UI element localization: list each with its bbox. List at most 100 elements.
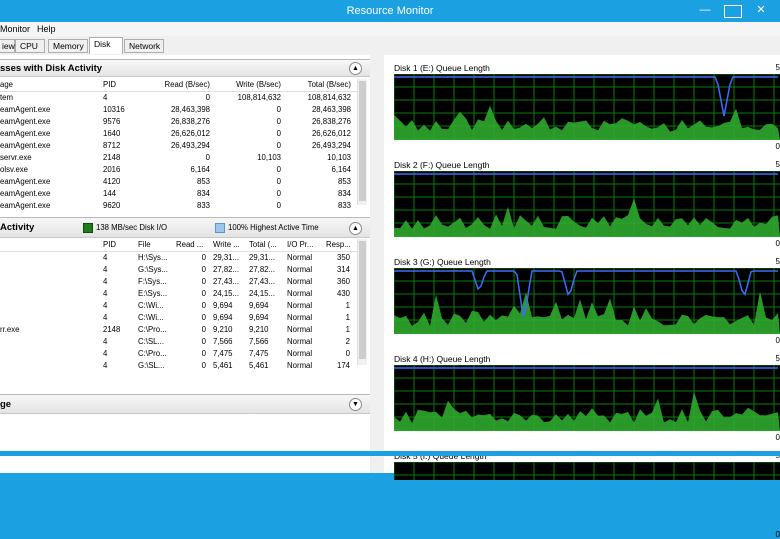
table-cell: 1	[345, 301, 350, 310]
left-pane: sses with Disk Activity ▲ age PID Read (…	[0, 55, 370, 473]
client-area: Monitor Help iew CPU Memory Disk Network…	[0, 22, 780, 539]
table-row[interactable]: 4 C:\Wi... 0 9,694 9,694 Normal 1	[0, 300, 358, 312]
table-cell: 27,43...	[249, 277, 276, 286]
table-cell: Normal	[287, 337, 313, 346]
title-bar: Resource Monitor — ✕	[0, 0, 780, 22]
processes-section-header[interactable]: sses with Disk Activity ▲	[0, 59, 370, 77]
pane-splitter[interactable]	[370, 55, 384, 473]
table-cell: 0	[201, 361, 206, 370]
table-row[interactable]: eamAgent.exe 4120 853 0 853	[0, 176, 358, 188]
table-cell: 0	[201, 289, 206, 298]
table-cell: 853	[337, 177, 351, 186]
chevron-up-icon[interactable]: ▲	[349, 62, 362, 75]
table-row[interactable]: 4 G:\Sys... 0 27,82... 27,82... Normal 314	[0, 264, 358, 276]
table-row[interactable]: 4 G:\SL... 0 5,461 5,461 Normal 174	[0, 360, 358, 372]
table-cell: 5,461	[213, 361, 233, 370]
minimize-button[interactable]: —	[690, 2, 720, 19]
table-row[interactable]: 4 H:\Sys... 0 29,31... 29,31... Normal 350	[0, 252, 358, 264]
table-row[interactable]: 4 C:\Wi... 0 9,694 9,694 Normal 1	[0, 312, 358, 324]
scrollbar-thumb[interactable]	[359, 81, 366, 201]
table-cell: 174	[336, 361, 350, 370]
table-row[interactable]: eamAgent.exe 9576 26,838,276 0 26,838,276	[0, 116, 358, 128]
chevron-up-icon[interactable]: ▲	[349, 222, 362, 235]
table-cell: eamAgent.exe	[0, 129, 51, 138]
green-square-icon	[83, 222, 93, 233]
table-cell: 10,103	[257, 153, 281, 162]
tab-overview[interactable]: iew	[0, 39, 15, 53]
tab-disk[interactable]: Disk	[89, 37, 123, 54]
col-read[interactable]: Read (B/sec)	[150, 79, 211, 91]
col-total[interactable]: Total (...	[249, 239, 282, 251]
table-cell: Normal	[287, 313, 313, 322]
col-read[interactable]: Read ...	[176, 239, 209, 251]
table-cell: 9,210	[249, 325, 269, 334]
table-row[interactable]: eamAgent.exe 10316 28,463,398 0 28,463,398	[0, 104, 358, 116]
table-cell: H:\Sys...	[138, 253, 168, 262]
table-row[interactable]: olsv.exe 2016 6,164 0 6,164	[0, 164, 358, 176]
table-row[interactable]: servr.exe 2148 0 10,103 10,103	[0, 152, 358, 164]
table-cell: 0	[201, 301, 206, 310]
table-row[interactable]: tem 4 0 108,814,632 108,814,632	[0, 92, 358, 104]
table-cell: 24,15...	[213, 289, 240, 298]
storage-section-title: ge	[0, 399, 12, 410]
chevron-down-icon[interactable]: ▼	[349, 398, 362, 411]
disk-activity-scrollbar[interactable]	[357, 239, 367, 365]
table-cell: 26,626,012	[170, 129, 210, 138]
tab-cpu[interactable]: CPU	[15, 39, 45, 53]
table-cell: 27,43...	[213, 277, 240, 286]
col-write[interactable]: Write (B/sec)	[215, 79, 281, 91]
legend-active-time-label: 100% Highest Active Time	[228, 223, 319, 232]
tab-network[interactable]: Network	[124, 39, 164, 53]
col-io-priority[interactable]: I/O Pr...	[287, 239, 321, 251]
col-pid[interactable]: PID	[103, 79, 153, 91]
scrollbar-thumb[interactable]	[359, 241, 366, 359]
disk-activity-section-header[interactable]: Activity 138 MB/sec Disk I/O 100% Highes…	[0, 217, 370, 238]
table-row[interactable]: 4 F:\Sys... 0 27,43... 27,43... Normal 360	[0, 276, 358, 288]
table-row[interactable]: eamAgent.exe 8712 26,493,294 0 26,493,294	[0, 140, 358, 152]
legend-active-time: 100% Highest Active Time	[215, 222, 319, 234]
table-cell: eamAgent.exe	[0, 117, 51, 126]
table-cell: Normal	[287, 325, 313, 334]
graph-label: Disk 1 (E:) Queue Length	[394, 63, 490, 73]
col-pid[interactable]: PID	[103, 239, 133, 251]
table-cell: C:\Wi...	[138, 313, 164, 322]
table-row[interactable]: 4 C:\SL... 0 7,566 7,566 Normal 2	[0, 336, 358, 348]
table-cell: Normal	[287, 349, 313, 358]
maximize-button[interactable]	[724, 5, 742, 18]
table-cell: 6,164	[331, 165, 351, 174]
table-row[interactable]: eamAgent.exe 9620 833 0 833	[0, 200, 358, 212]
table-cell: 0	[345, 349, 350, 358]
table-row[interactable]: 4 E:\Sys... 0 24,15... 24,15... Normal 430	[0, 288, 358, 300]
col-image[interactable]: age	[0, 79, 90, 91]
table-cell: 0	[276, 189, 281, 198]
legend-disk-io: 138 MB/sec Disk I/O	[83, 222, 167, 234]
close-button[interactable]: ✕	[746, 2, 776, 19]
col-file[interactable]: File	[138, 239, 173, 251]
table-cell: 2148	[103, 325, 121, 334]
table-cell: 360	[336, 277, 350, 286]
table-row[interactable]: rr.exe 2148 C:\Pro... 0 9,210 9,210 Normal 1	[0, 324, 358, 336]
table-cell: G:\Sys...	[138, 265, 168, 274]
table-cell: 26,838,276	[311, 117, 351, 126]
table-cell: Normal	[287, 277, 313, 286]
processes-scrollbar[interactable]	[357, 79, 367, 205]
col-response[interactable]: Resp...	[326, 239, 356, 251]
table-row[interactable]: eamAgent.exe 144 834 0 834	[0, 188, 358, 200]
table-cell: 26,493,294	[170, 141, 210, 150]
col-write[interactable]: Write ...	[213, 239, 246, 251]
menu-help[interactable]: Help	[37, 24, 56, 34]
graph-label: Disk 2 (F:) Queue Length	[394, 160, 490, 170]
queue-length-graph	[394, 365, 780, 431]
table-cell: 833	[337, 201, 351, 210]
table-cell: 9,694	[249, 313, 269, 322]
col-total[interactable]: Total (B/sec)	[285, 79, 351, 91]
menu-monitor[interactable]: Monitor	[0, 24, 30, 34]
queue-length-graph	[394, 268, 780, 334]
storage-section-header[interactable]: ge ▼	[0, 394, 370, 414]
tab-memory[interactable]: Memory	[48, 39, 88, 53]
table-row[interactable]: eamAgent.exe 1640 26,626,012 0 26,626,012	[0, 128, 358, 140]
table-cell: 9,694	[249, 301, 269, 310]
table-row[interactable]: 4 C:\Pro... 0 7,475 7,475 Normal 0	[0, 348, 358, 360]
table-cell: 29,31...	[249, 253, 276, 262]
table-cell: rr.exe	[0, 325, 20, 334]
